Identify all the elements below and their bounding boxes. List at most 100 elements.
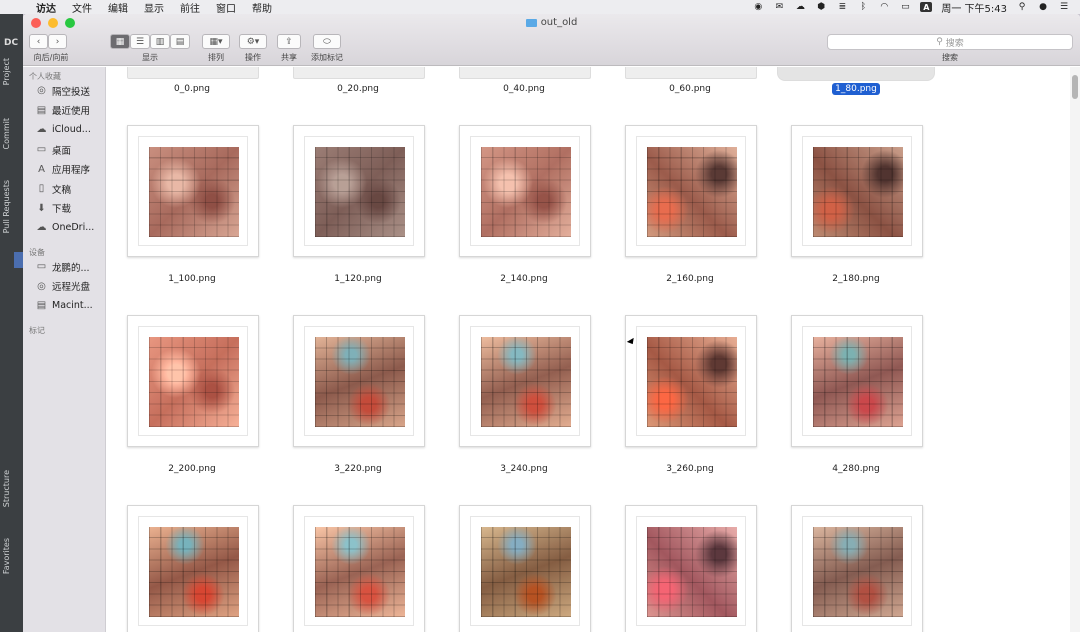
file-label[interactable]: 1_120.png [283, 274, 433, 284]
tag-button[interactable]: ⬭ [313, 34, 341, 49]
stack-icon[interactable]: ≣ [836, 2, 848, 12]
sidebar-item-label: Macint... [52, 300, 93, 312]
spotlight-icon[interactable]: ⚲ [1016, 2, 1028, 12]
file-thumb[interactable] [791, 125, 923, 257]
file-thumb[interactable] [791, 505, 923, 632]
view-gallery-button[interactable]: ▤ [170, 34, 190, 49]
file-thumb[interactable] [459, 505, 591, 632]
wifi-icon[interactable]: ◠ [878, 2, 890, 12]
sidebar-item-desktop[interactable]: ▭ 桌面 [23, 140, 105, 160]
sidebar-item-recents[interactable]: ▤ 最近使用 [23, 101, 105, 121]
view-icon-button[interactable]: ▦ [110, 34, 130, 49]
file-thumb-partial[interactable] [459, 67, 591, 79]
sidebar-item-label: 最近使用 [52, 106, 91, 118]
clock[interactable]: 周一 下午5:43 [941, 0, 1007, 15]
battery-icon[interactable]: ▭ [899, 2, 911, 12]
back-button[interactable]: ‹ [29, 34, 48, 49]
menu-view[interactable]: 显示 [136, 0, 172, 15]
wechat-icon[interactable]: ✉ [773, 2, 785, 12]
file-label[interactable]: 0_0.png [117, 84, 267, 94]
file-thumb[interactable] [459, 125, 591, 257]
file-thumb[interactable] [293, 125, 425, 257]
share-button[interactable]: ⇪ [277, 34, 301, 49]
vertical-scrollbar[interactable] [1070, 67, 1080, 632]
file-label[interactable]: 3_240.png [449, 464, 599, 474]
downloads-icon: ⬇ [37, 202, 46, 214]
file-label[interactable]: 0_60.png [615, 84, 765, 94]
sort-label: 排列 [208, 53, 224, 62]
file-label[interactable]: 1_100.png [117, 274, 267, 284]
ide-tab-project[interactable]: Project [2, 58, 11, 85]
view-label: 显示 [142, 53, 158, 62]
menu-file[interactable]: 文件 [64, 0, 100, 15]
search-icon: ⚲ [936, 37, 943, 47]
file-label[interactable]: 3_220.png [283, 464, 433, 474]
file-label[interactable]: 0_20.png [283, 84, 433, 94]
view-list-button[interactable]: ☰ [130, 34, 150, 49]
action-button[interactable]: ⚙▾ [239, 34, 267, 49]
disc-icon: ◎ [37, 280, 46, 292]
file-thumb[interactable] [625, 125, 757, 257]
scrollbar-thumb[interactable] [1072, 75, 1078, 99]
sidebar-item-downloads[interactable]: ⬇ 下载 [23, 199, 105, 219]
window-title-text: out_old [540, 17, 578, 28]
sidebar-item-documents[interactable]: ▯ 文稿 [23, 179, 105, 199]
file-label[interactable]: 2_140.png [449, 274, 599, 284]
sidebar-item-label: 隔空投送 [52, 86, 91, 98]
file-thumb-partial[interactable] [127, 67, 259, 79]
sidebar-item-airdrop[interactable]: ◎ 隔空投送 [23, 81, 105, 101]
file-thumb-partial-selected[interactable] [777, 67, 935, 81]
file-label-selected[interactable]: 1_80.png [781, 83, 931, 95]
file-label[interactable]: 3_260.png [615, 464, 765, 474]
menu-finder[interactable]: 访达 [28, 0, 64, 15]
sidebar-item-label: iCloud... [52, 124, 91, 136]
file-thumb-partial[interactable] [625, 67, 757, 79]
menu-help[interactable]: 帮助 [244, 0, 280, 15]
siri-icon[interactable]: ● [1037, 2, 1049, 12]
sidebar-item-label: 文稿 [52, 184, 72, 196]
sidebar-item-macintosh-hd[interactable]: ▤ Macint... [23, 296, 105, 316]
search-input[interactable]: ⚲ 搜索 [827, 34, 1073, 50]
bluetooth-icon[interactable]: ᛒ [857, 2, 869, 12]
ide-tab-favorites[interactable]: Favorites [2, 538, 11, 574]
menu-edit[interactable]: 编辑 [100, 0, 136, 15]
sidebar-item-label: 下载 [52, 204, 72, 216]
file-label[interactable]: 2_180.png [781, 274, 931, 284]
input-method-icon[interactable]: A [920, 2, 933, 12]
sidebar-item-applications[interactable]: A 应用程序 [23, 159, 105, 179]
file-thumb[interactable] [127, 315, 259, 447]
view-columns-button[interactable]: ▥ [150, 34, 170, 49]
ide-tab-pull-requests[interactable]: Pull Requests [2, 180, 11, 233]
file-label[interactable]: 2_160.png [615, 274, 765, 284]
favorites-header: 个人收藏 [29, 72, 61, 81]
sidebar-item-remote-disc[interactable]: ◎ 远程光盘 [23, 276, 105, 296]
ide-tab-structure[interactable]: Structure [2, 470, 11, 507]
record-icon[interactable]: ◉ [752, 2, 764, 12]
file-grid: 0_0.png 0_20.png 0_40.png 0_60.png 1_80.… [107, 67, 1068, 632]
file-thumb[interactable] [293, 315, 425, 447]
file-thumb-partial[interactable] [293, 67, 425, 79]
menu-window[interactable]: 窗口 [208, 0, 244, 15]
forward-button[interactable]: › [48, 34, 67, 49]
file-thumb[interactable] [459, 315, 591, 447]
cloud-status-icon[interactable]: ☁ [794, 2, 806, 12]
file-thumb[interactable] [127, 125, 259, 257]
sort-button[interactable]: ▦▾ [202, 34, 230, 49]
file-thumb[interactable] [791, 315, 923, 447]
file-label[interactable]: 2_200.png [117, 464, 267, 474]
file-label[interactable]: 4_280.png [781, 464, 931, 474]
file-thumb[interactable] [625, 315, 757, 447]
shield-icon[interactable]: ⬢ [815, 2, 827, 12]
sidebar-item-icloud[interactable]: ☁ iCloud... [23, 120, 105, 140]
ide-tab-commit[interactable]: Commit [2, 118, 11, 149]
sidebar-item-label: 应用程序 [52, 165, 91, 177]
file-label[interactable]: 0_40.png [449, 84, 599, 94]
sidebar-item-macbook[interactable]: ▭ 龙鹏的... [23, 257, 105, 277]
sidebar-item-onedrive[interactable]: ☁ OneDri... [23, 218, 105, 238]
file-thumb[interactable] [293, 505, 425, 632]
notification-center-icon[interactable]: ☰ [1058, 2, 1070, 12]
file-thumb[interactable] [127, 505, 259, 632]
nav-label: 向后/向前 [33, 53, 69, 62]
menu-go[interactable]: 前往 [172, 0, 208, 15]
file-thumb[interactable] [625, 505, 757, 632]
